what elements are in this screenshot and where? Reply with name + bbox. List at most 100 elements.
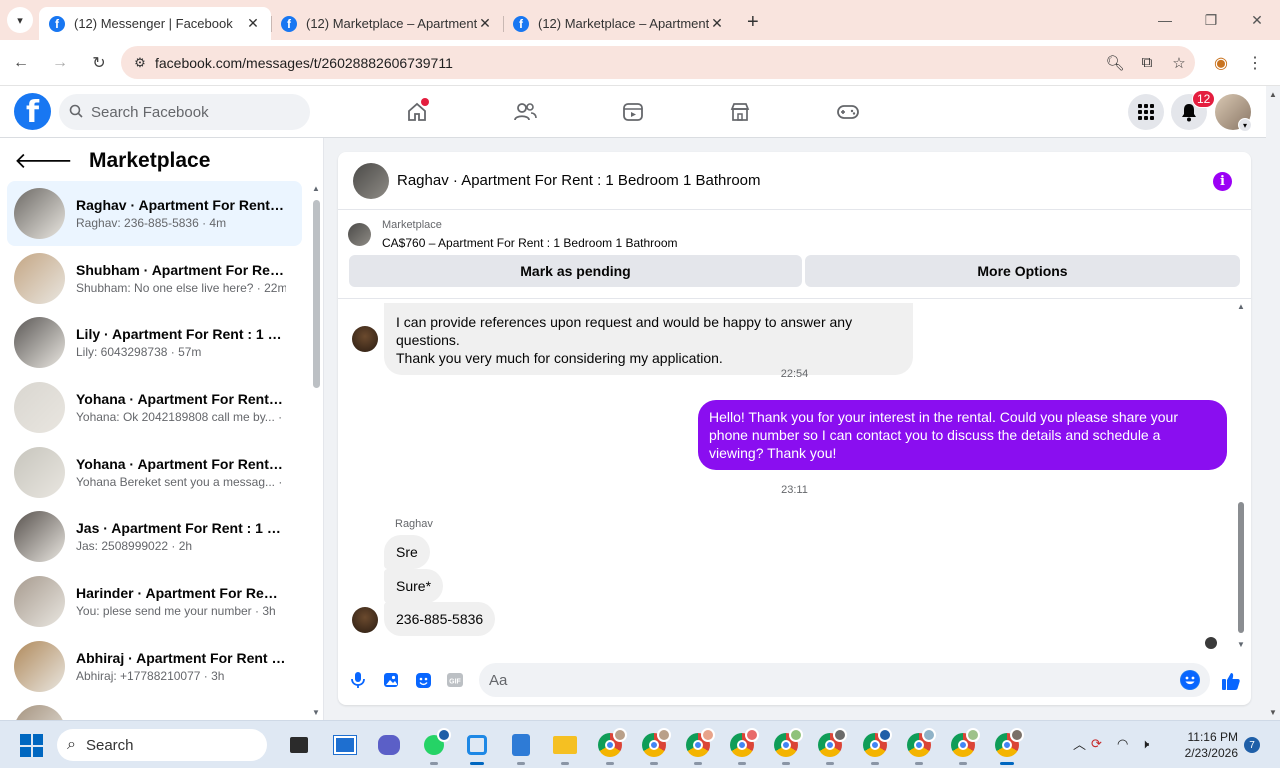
message-input[interactable]: Aa <box>479 663 1210 697</box>
notifications-button[interactable]: 12 <box>1171 90 1216 130</box>
conversation-item[interactable]: Yohana · Apartment For Rent : 1 ... Yohan… <box>7 440 302 505</box>
gaming-nav-icon[interactable] <box>830 94 866 130</box>
chat-scrollbar[interactable]: ▲ ▼ <box>1235 302 1247 654</box>
scrollbar-thumb[interactable] <box>313 200 320 388</box>
tray-overflow-chevron-icon[interactable]: ︿ <box>1073 734 1091 753</box>
chrome-profile-icon[interactable] <box>905 728 936 765</box>
whatsapp-icon[interactable] <box>420 728 451 765</box>
sender-avatar[interactable] <box>352 326 378 352</box>
chat-title[interactable]: Raghav · Apartment For Rent : 1 Bedroom … <box>397 172 761 189</box>
chrome-profile-icon[interactable] <box>772 728 803 765</box>
browser-menu-icon[interactable]: ⋮ <box>1238 48 1272 78</box>
file-explorer-icon[interactable] <box>551 731 579 765</box>
conversation-snippet: You: plese send me your number · 3h <box>76 603 276 618</box>
address-bar[interactable]: ⚙ facebook.com/messages/t/26028882606739… <box>121 46 1195 79</box>
teams-chat-icon[interactable] <box>375 731 403 759</box>
sender-avatar[interactable] <box>352 607 378 633</box>
close-tab-icon[interactable]: ✕ <box>245 15 261 32</box>
scroll-down-arrow-icon[interactable]: ▼ <box>1269 708 1277 717</box>
close-tab-icon[interactable]: ✕ <box>477 15 493 32</box>
task-view-icon[interactable] <box>285 731 313 759</box>
notification-center-badge[interactable]: 7 <box>1244 737 1260 753</box>
microphone-icon[interactable] <box>348 670 368 690</box>
close-window-icon[interactable]: ✕ <box>1234 0 1280 40</box>
more-options-button[interactable]: More Options <box>805 255 1240 287</box>
scrollbar-thumb[interactable] <box>1238 502 1244 633</box>
conversation-item[interactable]: Abhiraj · Apartment For Rent : 1 ... Abhi… <box>7 634 302 699</box>
conversation-item[interactable]: Yohana · Apartment For Rent : 1 ... Yohan… <box>7 375 302 440</box>
close-tab-icon[interactable]: ✕ <box>709 15 725 32</box>
back-arrow-icon[interactable]: ← <box>3 45 39 81</box>
scroll-down-arrow-icon[interactable]: ▼ <box>1237 640 1245 649</box>
windows-start-icon[interactable] <box>20 734 43 757</box>
sync-icon[interactable]: ⟳ <box>1091 736 1117 752</box>
chrome-profile-icon[interactable] <box>684 728 715 765</box>
site-info-icon[interactable]: ⚙ <box>125 55 155 71</box>
conversation-item[interactable]: Raghav · Apartment For Rent : 1 ... Ragha… <box>7 181 302 246</box>
forward-arrow-icon[interactable]: → <box>42 45 78 81</box>
scroll-up-arrow-icon[interactable]: ▲ <box>312 184 320 193</box>
snipping-tool-icon[interactable] <box>463 731 491 765</box>
chat-header: Raghav · Apartment For Rent : 1 Bedroom … <box>338 152 1251 210</box>
new-tab-button[interactable]: + <box>747 11 759 34</box>
conversation-thumbnail <box>14 317 65 369</box>
notepad-icon[interactable] <box>507 731 535 765</box>
conversation-item[interactable]: Ali · Apartment For Rent : 1 B... <box>7 699 302 720</box>
chrome-profile-icon[interactable] <box>949 728 980 765</box>
bookmark-star-icon[interactable]: ☆ <box>1163 54 1195 72</box>
sidebar-scrollbar[interactable]: ▲ ▼ <box>311 182 323 718</box>
search-icon: ⌕ <box>67 736 76 753</box>
home-nav-icon[interactable] <box>399 94 435 130</box>
chrome-profile-icon[interactable] <box>728 728 759 765</box>
conversation-item[interactable]: Lily · Apartment For Rent : 1 Bed... Lily… <box>7 310 302 375</box>
zoom-icon[interactable]: 🔍︎ <box>1099 54 1131 72</box>
conversation-item[interactable]: Harinder · Apartment For Rent : ... You: … <box>7 569 302 634</box>
tab-search-button[interactable]: ▾ <box>7 7 33 33</box>
conversation-snippet: Abhiraj: +17788210077 · 3h <box>76 668 225 683</box>
taskbar-search-box[interactable]: ⌕ Search <box>57 729 267 761</box>
like-thumb-icon[interactable] <box>1220 670 1242 692</box>
mark-as-pending-button[interactable]: Mark as pending <box>349 255 802 287</box>
chat-avatar[interactable] <box>353 162 389 199</box>
chrome-profile-icon[interactable] <box>993 728 1024 765</box>
emoji-icon[interactable] <box>1180 670 1200 690</box>
conversation-snippet: Lily: 6043298738 · 57m <box>76 345 202 360</box>
facebook-search-input[interactable]: Search Facebook <box>59 94 310 130</box>
reload-icon[interactable]: ↻ <box>81 45 117 81</box>
video-nav-icon[interactable] <box>615 94 651 130</box>
scroll-up-arrow-icon[interactable]: ▲ <box>1269 90 1277 99</box>
menu-grid-icon[interactable] <box>1128 94 1164 130</box>
clock-date: 2/23/2026 <box>1184 746 1238 760</box>
install-app-icon[interactable]: ⧉ <box>1131 54 1163 71</box>
page-scrollbar[interactable]: ▲ ▼ <box>1266 86 1280 720</box>
friends-nav-icon[interactable] <box>507 94 543 130</box>
widgets-icon[interactable] <box>331 731 359 759</box>
conversation-item[interactable]: Shubham · Apartment For Rent :... Shubham… <box>7 246 302 311</box>
facebook-logo-icon[interactable]: f <box>14 93 51 130</box>
gif-icon[interactable]: GIF <box>445 670 465 690</box>
scroll-down-arrow-icon[interactable]: ▼ <box>312 708 320 717</box>
profile-icon[interactable]: ◉ <box>1204 48 1238 78</box>
system-clock[interactable]: 11:16 PM 2/23/2026 <box>1176 729 1238 761</box>
browser-tab-messenger[interactable]: f (12) Messenger | Facebook ✕ <box>39 7 271 40</box>
conversation-name: Yohana · Apartment For Rent : 1 ... <box>76 390 286 407</box>
marketplace-nav-icon[interactable] <box>722 94 758 130</box>
browser-tab-marketplace-1[interactable]: f (12) Marketplace – Apartment F ✕ <box>271 7 503 40</box>
sticker-icon[interactable] <box>413 670 433 690</box>
wifi-icon[interactable]: ◠ <box>1117 736 1141 752</box>
notification-count-badge: 12 <box>1192 90 1216 108</box>
restore-icon[interactable]: ❐ <box>1188 0 1234 40</box>
account-chevron-icon[interactable]: ▾ <box>1238 118 1252 132</box>
chrome-profile-icon[interactable] <box>861 728 892 765</box>
chrome-profile-icon[interactable] <box>596 728 627 765</box>
conversation-item[interactable]: Jas · Apartment For Rent : 1 Bed... Jas: … <box>7 504 302 569</box>
photo-icon[interactable] <box>381 670 401 690</box>
volume-icon[interactable]: 🕨 <box>1141 736 1163 752</box>
scroll-up-arrow-icon[interactable]: ▲ <box>1237 302 1245 311</box>
info-icon[interactable]: i <box>1213 172 1232 191</box>
back-arrow-icon[interactable]: 🡐 <box>14 148 73 174</box>
chrome-profile-icon[interactable] <box>816 728 847 765</box>
chrome-profile-icon[interactable] <box>640 728 671 765</box>
browser-tab-marketplace-2[interactable]: f (12) Marketplace – Apartment F ✕ <box>503 7 735 40</box>
minimize-icon[interactable]: — <box>1142 0 1188 40</box>
